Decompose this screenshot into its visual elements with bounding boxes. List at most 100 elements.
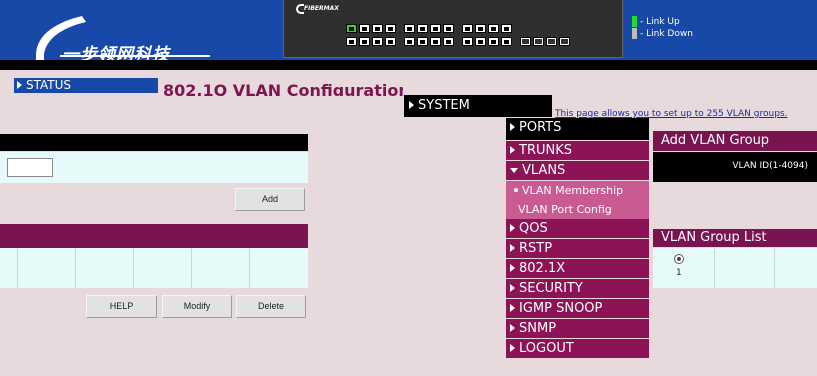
port-28[interactable] [559,37,570,46]
table-cell [192,248,250,288]
nav-item-qos[interactable]: QOS [506,219,649,239]
delete-button[interactable]: Delete [236,295,306,318]
vlan-id-input[interactable] [7,158,53,177]
nav-item-igmp-snoop[interactable]: IGMP SNOOP [506,299,649,319]
port-18[interactable] [462,37,473,46]
port-20[interactable] [475,37,486,46]
nav-item-8021x[interactable]: 802.1X [506,259,649,279]
brand-underline [60,55,210,57]
switch-logo-arc-icon [296,4,304,14]
port-21[interactable] [488,24,499,33]
legend-link-down-label: - Link Down [640,28,693,39]
caret-right-icon [510,264,515,272]
table-cell: 1 [653,248,715,288]
port-15[interactable] [443,24,454,33]
vlan-id-label: VLAN ID(1-4094) [732,161,808,171]
help-button[interactable]: HELP [86,295,157,318]
modify-button[interactable]: Modify [162,295,232,318]
group-list-row [0,248,308,288]
nav-item-label: SYSTEM [418,98,470,113]
legend-link-up: - Link Up [632,16,693,27]
port-6[interactable] [372,37,383,46]
group-select-radio[interactable] [674,254,684,264]
form-top-bar [0,134,308,151]
bullet-icon [514,188,518,192]
legend-link-down: - Link Down [632,28,693,39]
table-cell [775,248,817,288]
nav-item-label: SNMP [519,321,557,336]
nav-item-label: LOGOUT [519,341,574,356]
port-7[interactable] [385,24,396,33]
port-16[interactable] [443,37,454,46]
port-row-top [346,24,514,33]
status-menu[interactable]: STATUS [14,78,158,93]
port-14[interactable] [430,37,441,46]
port-11[interactable] [417,24,428,33]
nav-item-system[interactable]: SYSTEM [404,95,552,117]
table-row: 1 [653,248,817,288]
table-cell [134,248,192,288]
port-13[interactable] [430,24,441,33]
port-17[interactable] [462,24,473,33]
caret-right-icon [510,304,515,312]
nav-subitem-vlan-membership[interactable]: VLAN Membership [506,181,649,200]
nav-item-vlans[interactable]: VLANS [506,161,649,181]
caret-right-icon [510,146,515,154]
add-vlan-group-header: Add VLAN Group [653,131,817,151]
port-row-bottom [346,37,572,46]
port-24[interactable] [501,37,512,46]
group-list-header-bar [0,224,308,248]
port-8[interactable] [385,37,396,46]
group-index: 1 [676,268,682,278]
port-9[interactable] [404,24,415,33]
port-3[interactable] [359,24,370,33]
nav-item-label: VLANS [522,163,566,178]
nav-item-label: PORTS [519,120,562,135]
caret-right-icon [510,324,515,332]
port-4[interactable] [359,37,370,46]
header-black-strip [0,60,817,70]
add-button[interactable]: Add [235,188,305,211]
caret-right-icon [510,344,515,352]
caret-right-icon [510,284,515,292]
nav-item-label: SECURITY [519,281,583,296]
port-26[interactable] [533,37,544,46]
caret-right-icon [409,101,414,109]
caret-right-icon [510,123,515,131]
nav-item-label: TRUNKS [519,143,572,158]
nav-item-label: QOS [519,221,548,236]
port-19[interactable] [475,24,486,33]
nav-item-logout[interactable]: LOGOUT [506,339,649,359]
status-menu-label: STATUS [26,78,72,92]
page-title: 802.1Q VLAN Configuration [163,81,403,96]
nav-subitem-vlan-port-config[interactable]: VLAN Port Config [506,200,649,219]
nav-item-rstp[interactable]: RSTP [506,239,649,259]
link-up-swatch-icon [632,16,637,27]
nav-item-label: 802.1X [519,261,566,276]
table-cell [0,248,18,288]
port-12[interactable] [417,37,428,46]
nav-item-security[interactable]: SECURITY [506,279,649,299]
nav-item-snmp[interactable]: SNMP [506,319,649,339]
port-2[interactable] [346,37,357,46]
table-cell [250,248,308,288]
port-10[interactable] [404,37,415,46]
nav-item-ports[interactable]: PORTS [506,118,649,141]
caret-right-icon [510,224,515,232]
nav-item-label: RSTP [519,241,553,256]
switch-front-panel: FIBERMAX [283,0,623,58]
nav-subitem-label: VLAN Port Config [518,203,612,216]
header-banner: 一步领网科技 FIBERMAX - Link Up - Link Down [0,0,817,70]
port-22[interactable] [488,37,499,46]
vlan-id-row [0,152,308,183]
nav-item-trunks[interactable]: TRUNKS [506,141,649,161]
table-cell [18,248,76,288]
port-23[interactable] [501,24,512,33]
port-25[interactable] [520,37,531,46]
caret-right-icon [510,244,515,252]
port-1[interactable] [346,24,357,33]
vlan-id-label-row: VLAN ID(1-4094) [653,152,817,182]
port-27[interactable] [546,37,557,46]
nav-menu: PORTS TRUNKS VLANS VLAN Membership VLAN … [506,118,649,359]
port-5[interactable] [372,24,383,33]
